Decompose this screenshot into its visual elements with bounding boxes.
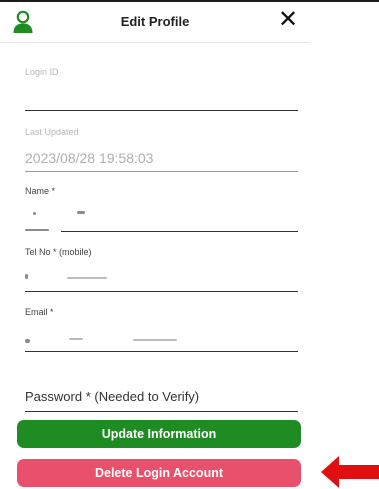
email-label: Email * xyxy=(25,307,54,317)
header-bar: Edit Profile ✕ xyxy=(0,2,310,43)
arrow-left-icon xyxy=(321,456,379,488)
last-updated-underline xyxy=(25,171,298,172)
name-underline xyxy=(61,231,298,232)
delete-login-account-button[interactable]: Delete Login Account xyxy=(17,459,301,487)
password-field[interactable]: Password * (Needed to Verify) xyxy=(25,389,298,413)
login-id-label: Login ID xyxy=(25,67,59,77)
tel-label: Tel No * (mobile) xyxy=(25,247,92,257)
name-redacted-value xyxy=(33,212,36,215)
tel-underline xyxy=(25,291,298,292)
tel-redacted-value xyxy=(25,274,28,279)
name-redacted-value xyxy=(25,229,49,231)
close-icon[interactable]: ✕ xyxy=(276,8,300,32)
password-placeholder[interactable]: Password * (Needed to Verify) xyxy=(25,389,298,404)
login-id-underline xyxy=(25,110,298,111)
last-updated-field: Last Updated 2023/08/28 19:58:03 xyxy=(25,127,298,173)
name-label: Name * xyxy=(25,186,56,196)
tel-field[interactable]: Tel No * (mobile) xyxy=(25,247,298,293)
email-redacted-value xyxy=(25,339,30,343)
page-title: Edit Profile xyxy=(120,14,190,29)
login-id-field[interactable]: Login ID xyxy=(25,67,298,112)
last-updated-value: 2023/08/28 19:58:03 xyxy=(25,150,154,166)
last-updated-label: Last Updated xyxy=(25,127,79,137)
email-underline xyxy=(25,351,298,352)
update-information-button[interactable]: Update Information xyxy=(17,420,301,448)
tel-redacted-value xyxy=(67,277,107,279)
email-redacted-value xyxy=(69,338,83,340)
email-redacted-value xyxy=(133,339,177,341)
name-redacted-value xyxy=(77,211,85,214)
email-field[interactable]: Email * xyxy=(25,307,298,353)
name-field[interactable]: Name * xyxy=(25,186,298,233)
password-underline xyxy=(25,411,298,412)
